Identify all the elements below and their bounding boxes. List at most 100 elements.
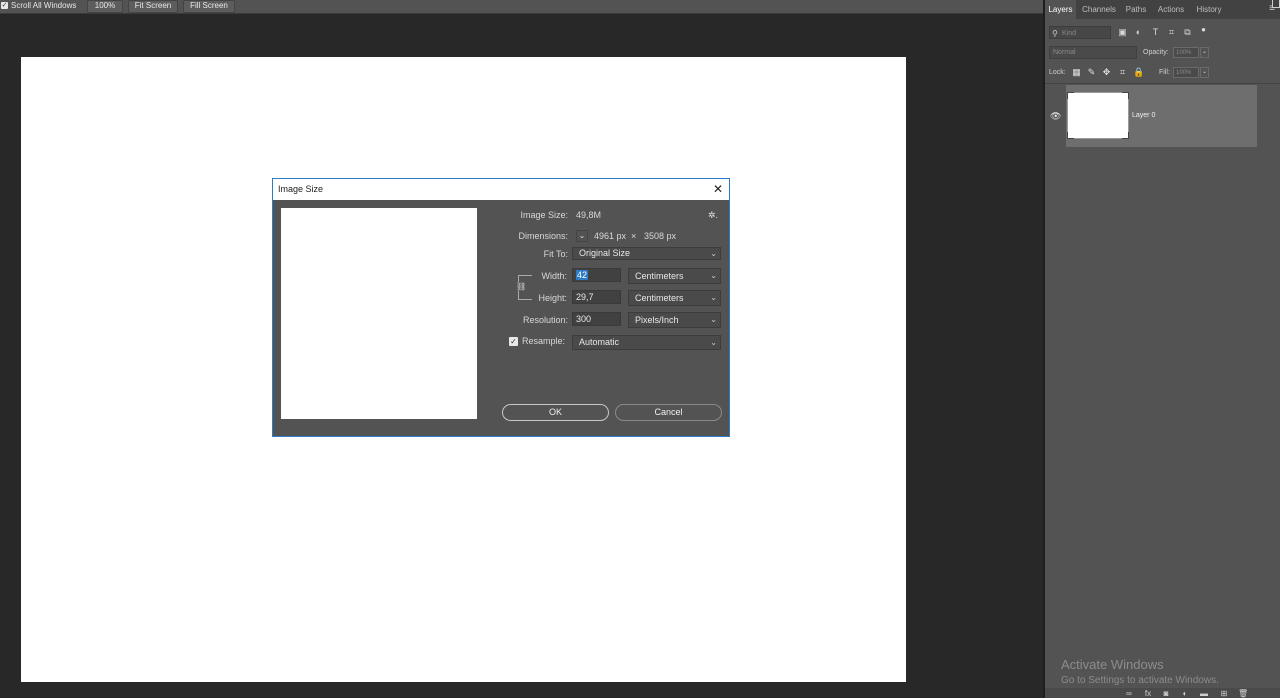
fill-chevron-icon[interactable]: ⌄ xyxy=(1200,67,1209,78)
width-unit-dropdown[interactable]: Centimeters ⌄ xyxy=(628,268,721,284)
chevron-down-icon: ⌄ xyxy=(710,271,717,280)
lock-move-icon[interactable]: ✥ xyxy=(1101,66,1112,78)
tab-actions[interactable]: Actions xyxy=(1153,0,1189,19)
fx-icon[interactable]: fx xyxy=(1143,689,1153,698)
resolution-value: 300 xyxy=(576,314,592,324)
trash-icon[interactable]: 🗑 xyxy=(1238,689,1248,698)
opacity-label: Opacity: xyxy=(1143,49,1169,56)
height-unit-dropdown[interactable]: Centimeters ⌄ xyxy=(628,290,721,306)
thumb-corner xyxy=(1122,92,1129,99)
chevron-down-icon: ⌄ xyxy=(710,293,717,302)
thumb-corner xyxy=(1122,132,1129,139)
fill-label: Fill: xyxy=(1159,69,1170,76)
lock-label: Lock: xyxy=(1049,69,1066,76)
width-label: Width: xyxy=(541,271,567,281)
height-label: Height: xyxy=(538,293,567,303)
chevron-down-icon: ⌄ xyxy=(710,249,717,258)
kind-placeholder: Kind xyxy=(1062,30,1077,37)
chevron-down-icon: ⌄ xyxy=(710,338,717,347)
zoom-100-button[interactable]: 100% xyxy=(87,0,123,13)
lock-artboard-icon[interactable]: ⌗ xyxy=(1117,66,1128,78)
blend-mode-dropdown[interactable]: Normal xyxy=(1049,46,1137,59)
dimensions-chevron-icon[interactable]: ⌄ xyxy=(576,230,588,242)
lock-all-icon[interactable]: 🔒 xyxy=(1133,66,1144,78)
resolution-input[interactable]: 300 xyxy=(572,312,621,326)
ok-button[interactable]: OK xyxy=(502,404,609,421)
search-icon: ⚲ xyxy=(1052,29,1058,38)
scroll-all-windows-label: Scroll All Windows xyxy=(11,1,77,10)
activate-title: Activate Windows xyxy=(1061,657,1164,672)
thumb-corner xyxy=(1067,92,1074,99)
resolution-unit-value: Pixels/Inch xyxy=(635,315,679,325)
resolution-unit-dropdown[interactable]: Pixels/Inch ⌄ xyxy=(628,312,721,328)
thumb-corner xyxy=(1067,132,1074,139)
opacity-field[interactable]: 100% xyxy=(1173,47,1199,58)
blend-row: Normal Opacity: 100% ⌄ xyxy=(1049,46,1275,60)
resolution-label: Resolution: xyxy=(522,315,568,325)
mask-icon[interactable]: ◙ xyxy=(1161,689,1171,698)
dimensions-label: Dimensions: xyxy=(518,231,568,241)
lock-brush-icon[interactable]: ✎ xyxy=(1086,66,1097,78)
height-unit-value: Centimeters xyxy=(635,293,684,303)
image-size-value: 49,8M xyxy=(576,210,602,220)
resample-value: Automatic xyxy=(579,337,620,347)
cancel-button[interactable]: Cancel xyxy=(615,404,722,421)
shape-filter-icon[interactable]: ⌗ xyxy=(1166,27,1177,38)
tab-paths[interactable]: Paths xyxy=(1122,0,1150,19)
fit-screen-button[interactable]: Fit Screen xyxy=(128,0,178,13)
panel-tab-bar: Layers Channels Paths Actions History ≡ xyxy=(1045,0,1280,19)
close-icon[interactable]: ✕ xyxy=(713,182,723,196)
adjustment-filter-icon[interactable]: ◐ xyxy=(1133,27,1144,38)
checkbox-checked-icon: ✓ xyxy=(1,2,8,9)
kind-filter-dropdown[interactable]: ⚲ Kind xyxy=(1049,26,1111,39)
opacity-chevron-icon[interactable]: ⌄ xyxy=(1200,47,1209,58)
dimensions-height: 3508 px xyxy=(644,231,677,241)
dimensions-times: × xyxy=(631,231,637,241)
fit-to-value: Original Size xyxy=(579,248,631,258)
resample-checkbox[interactable]: ✓ xyxy=(509,337,518,346)
tab-layers[interactable]: Layers xyxy=(1045,0,1076,19)
activate-subtitle: Go to Settings to activate Windows. xyxy=(1061,675,1219,686)
image-size-dialog: Image Size ✕ Image Size: 49,8M ✲. Dimens… xyxy=(272,178,730,437)
layer-filter-row: ⚲ Kind ▣ ◐ T ⌗ ⧉ ● xyxy=(1049,25,1275,43)
scroll-all-windows-checkbox[interactable]: ✓ Scroll All Windows xyxy=(1,1,76,10)
resample-dropdown[interactable]: Automatic ⌄ xyxy=(572,335,721,350)
dialog-titlebar[interactable]: Image Size ✕ xyxy=(273,179,729,200)
image-preview[interactable] xyxy=(281,208,477,419)
chevron-down-icon: ⌄ xyxy=(710,315,717,324)
height-input[interactable]: 29,7 xyxy=(572,290,621,304)
dimensions-width: 4961 px xyxy=(594,231,627,241)
options-bar: ✓ Scroll All Windows 100% Fit Screen Fil… xyxy=(0,0,1043,14)
pixel-filter-icon[interactable]: ▣ xyxy=(1117,27,1128,38)
link-chain-icon[interactable]: ⛓ xyxy=(516,282,527,291)
activate-windows-watermark: Activate Windows Go to Settings to activ… xyxy=(1061,657,1219,687)
dialog-title: Image Size xyxy=(278,184,324,194)
fill-screen-button[interactable]: Fill Screen xyxy=(183,0,235,13)
tab-channels[interactable]: Channels xyxy=(1079,0,1119,19)
width-value: 42 xyxy=(576,270,589,280)
width-unit-value: Centimeters xyxy=(635,271,684,281)
adjustment-layer-icon[interactable]: ◐ xyxy=(1180,689,1190,698)
width-input[interactable]: 42 xyxy=(572,268,621,282)
lock-transparent-icon[interactable]: ▦ xyxy=(1071,66,1082,78)
gear-icon[interactable]: ✲. xyxy=(708,210,718,221)
link-layers-icon[interactable]: ∞ xyxy=(1124,689,1134,698)
window-restore-icon[interactable] xyxy=(1272,0,1280,8)
layer-thumbnail xyxy=(1067,92,1129,139)
resample-label: Resample: xyxy=(522,336,566,346)
type-filter-icon[interactable]: T xyxy=(1150,27,1161,38)
fill-field[interactable]: 100% xyxy=(1173,67,1199,78)
layer-name[interactable]: Layer 0 xyxy=(1132,111,1155,121)
eye-icon[interactable]: 👁 xyxy=(1050,111,1061,121)
smart-object-filter-icon[interactable]: ⧉ xyxy=(1182,27,1193,38)
tab-history[interactable]: History xyxy=(1192,0,1226,19)
group-folder-icon[interactable]: ▬ xyxy=(1199,689,1209,698)
fit-to-dropdown[interactable]: Original Size ⌄ xyxy=(572,247,721,260)
layers-scroll-track[interactable] xyxy=(1257,85,1280,685)
height-value: 29,7 xyxy=(576,292,594,302)
new-layer-icon[interactable]: ⊞ xyxy=(1219,689,1229,698)
image-size-label: Image Size: xyxy=(520,210,568,220)
filter-toggle-icon[interactable]: ● xyxy=(1198,24,1209,35)
lock-row: Lock: ▦ ✎ ✥ ⌗ 🔒 Fill: 100% ⌄ xyxy=(1049,66,1275,80)
panel-separator xyxy=(1045,83,1280,84)
